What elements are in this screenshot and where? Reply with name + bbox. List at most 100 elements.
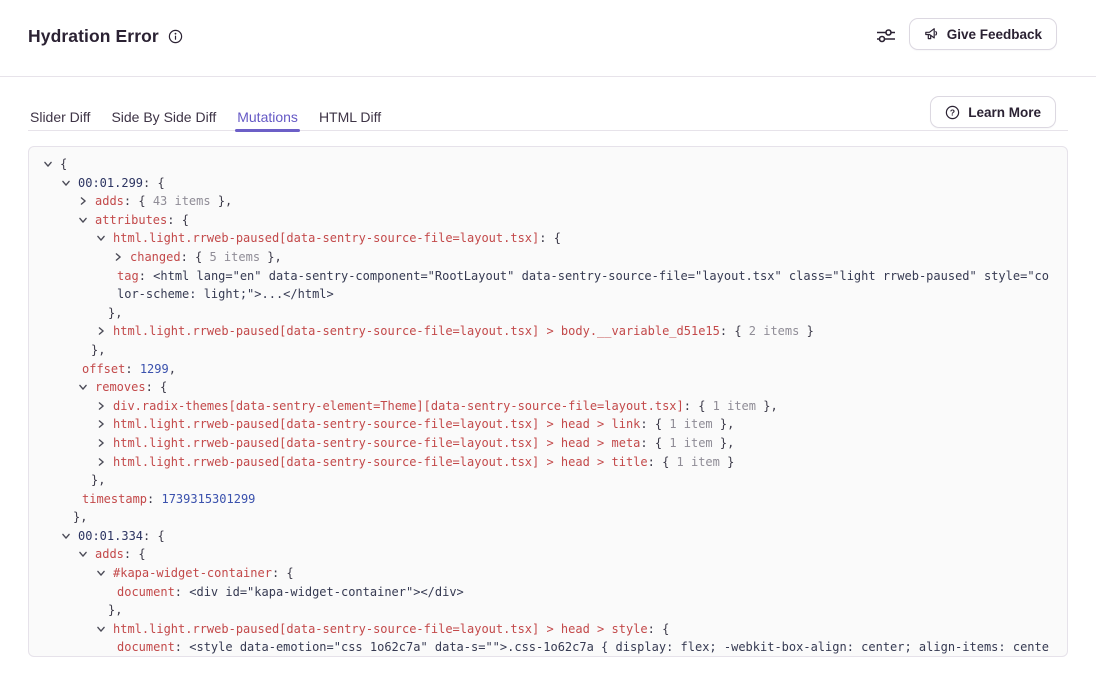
tree-segment-key: div.radix-themes[data-sentry-element=The…	[113, 399, 684, 413]
tree-segment-punc: : {	[124, 194, 153, 208]
tree-segment-punc: },	[91, 473, 105, 487]
header: Hydration Error	[0, 0, 1096, 77]
tree-line: html.light.rrweb-paused[data-sentry-sour…	[41, 620, 1055, 639]
expand-arrow-icon[interactable]	[113, 248, 130, 267]
tree-segment-val: <style data-emotion="css 1o62c7a" data-s…	[117, 640, 1049, 657]
sliders-icon	[875, 27, 897, 44]
collapse-arrow-icon[interactable]	[96, 229, 113, 248]
tree-segment-num: 1739315301299	[161, 492, 255, 506]
question-circle-icon: ?	[945, 105, 960, 120]
tree-segment-punc: }	[720, 455, 734, 469]
tree-line: 00:01.299: {	[41, 174, 1055, 193]
tree-segment-punc: },	[260, 250, 282, 264]
tree-segment-key: html.light.rrweb-paused[data-sentry-sour…	[113, 417, 640, 431]
collapse-arrow-icon[interactable]	[96, 564, 113, 583]
tree-segment-punc: :	[139, 269, 153, 283]
tree-segment-punc: },	[756, 399, 778, 413]
tree-segment-punc: },	[108, 306, 122, 320]
tree-segment-punc: : {	[124, 547, 146, 561]
tab-slider-diff[interactable]: Slider Diff	[28, 95, 92, 131]
tree-segment-key: adds	[95, 194, 124, 208]
tree-segment-key: #kapa-widget-container	[113, 566, 272, 580]
tree-segment-key: html.light.rrweb-paused[data-sentry-sour…	[113, 324, 720, 338]
give-feedback-button[interactable]: Give Feedback	[909, 18, 1057, 50]
collapse-arrow-icon[interactable]	[61, 527, 78, 546]
expand-arrow-icon[interactable]	[96, 397, 113, 416]
tree-segment-key: html.light.rrweb-paused[data-sentry-sour…	[113, 436, 640, 450]
tree-segment-punc: : {	[167, 213, 189, 227]
mutations-json-viewer[interactable]: {00:01.299: {adds: { 43 items },attribut…	[28, 146, 1068, 657]
collapse-arrow-icon[interactable]	[96, 620, 113, 639]
learn-more-label: Learn More	[968, 105, 1041, 120]
tree-segment-key: changed	[130, 250, 181, 264]
tree-line: div.radix-themes[data-sentry-element=The…	[41, 397, 1055, 416]
tab-html-diff[interactable]: HTML Diff	[317, 95, 383, 131]
tree-segment-punc: }	[799, 324, 813, 338]
collapse-arrow-icon[interactable]	[78, 211, 95, 230]
tree-line: removes: {	[41, 378, 1055, 397]
tree-segment-punc: : {	[181, 250, 210, 264]
tree-line: {	[41, 155, 1055, 174]
tree-line: #kapa-widget-container: {	[41, 564, 1055, 583]
tree-segment-meta: 43 items	[153, 194, 211, 208]
expand-arrow-icon[interactable]	[96, 453, 113, 472]
tab-mutations[interactable]: Mutations	[235, 95, 300, 131]
tree-line: offset: 1299,	[41, 360, 1055, 379]
tree-segment-punc: : {	[146, 380, 168, 394]
tree-segment-key: tag	[117, 269, 139, 283]
tree-line: timestamp: 1739315301299	[41, 490, 1055, 509]
tree-segment-punc: : {	[272, 566, 294, 580]
collapse-arrow-icon[interactable]	[78, 545, 95, 564]
tree-segment-punc: : {	[539, 231, 561, 245]
tree-segment-meta: 1 item	[677, 455, 720, 469]
tree-line: },	[41, 341, 1055, 360]
tree-line: html.light.rrweb-paused[data-sentry-sour…	[41, 322, 1055, 341]
tree-line: },	[41, 304, 1055, 323]
collapse-arrow-icon[interactable]	[78, 378, 95, 397]
expand-arrow-icon[interactable]	[78, 192, 95, 211]
title-wrap: Hydration Error	[28, 26, 183, 47]
tree-segment-meta: 5 items	[209, 250, 260, 264]
tab-bar: Slider Diff Side By Side Diff Mutations HTM…	[28, 95, 1068, 131]
tree-segment-punc: },	[108, 603, 122, 617]
tree-segment-key: adds	[95, 547, 124, 561]
page-title: Hydration Error	[28, 26, 159, 47]
info-icon[interactable]	[168, 29, 183, 44]
collapse-arrow-icon[interactable]	[43, 155, 60, 174]
expand-arrow-icon[interactable]	[96, 434, 113, 453]
tree-segment-meta: 1 item	[669, 436, 712, 450]
tab-side-by-side-diff[interactable]: Side By Side Diff	[109, 95, 218, 131]
expand-arrow-icon[interactable]	[96, 322, 113, 341]
collapse-arrow-icon[interactable]	[61, 174, 78, 193]
tree-line: adds: {	[41, 545, 1055, 564]
tree-segment-punc: : {	[143, 529, 165, 543]
tree-line: adds: { 43 items },	[41, 192, 1055, 211]
tree-segment-key: html.light.rrweb-paused[data-sentry-sour…	[113, 231, 539, 245]
tree-segment-punc: },	[73, 510, 87, 524]
tree-segment-time: 00:01.299	[78, 176, 143, 190]
tree-segment-key: attributes	[95, 213, 167, 227]
tree-segment-key: document	[117, 585, 175, 599]
tree-segment-punc: },	[713, 417, 735, 431]
tree-segment-punc: :	[125, 362, 139, 376]
tree-segment-key: document	[117, 640, 175, 654]
tree-segment-key: removes	[95, 380, 146, 394]
tree-segment-punc: :	[175, 585, 189, 599]
tree-line: html.light.rrweb-paused[data-sentry-sour…	[41, 415, 1055, 434]
tree-segment-val: <html lang="en" data-sentry-component="R…	[117, 269, 1049, 302]
learn-more-button[interactable]: ? Learn More	[930, 96, 1056, 128]
tree-segment-meta: 1 item	[669, 417, 712, 431]
tree-segment-punc: : {	[640, 436, 669, 450]
tree-line: document: <style data-emotion="css 1o62c…	[41, 638, 1055, 657]
give-feedback-label: Give Feedback	[947, 27, 1042, 42]
tree-line: changed: { 5 items },	[41, 248, 1055, 267]
tree-line: 00:01.334: {	[41, 527, 1055, 546]
expand-arrow-icon[interactable]	[96, 415, 113, 434]
tree-segment-key: html.light.rrweb-paused[data-sentry-sour…	[113, 455, 648, 469]
tree-segment-punc: :	[175, 640, 189, 654]
tree-line: },	[41, 508, 1055, 527]
tree-segment-key: timestamp	[82, 492, 147, 506]
tree-segment-punc: : {	[720, 324, 749, 338]
tree-segment-meta: 1 item	[713, 399, 756, 413]
view-settings-button[interactable]	[875, 27, 897, 44]
